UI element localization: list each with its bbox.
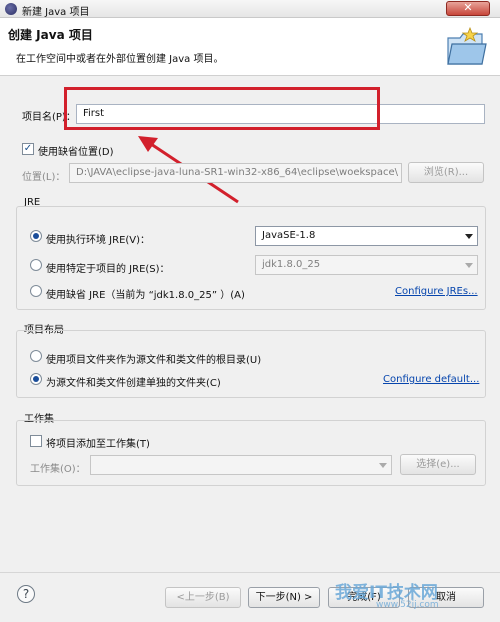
browse-button[interactable]: 浏览(R)... [408,162,484,183]
select-workingset-button[interactable]: 选择(e)... [400,454,476,475]
layout-root-radio[interactable] [30,350,42,362]
configure-jres-link[interactable]: Configure JREs... [395,286,478,297]
jre-execution-env-radio[interactable] [30,230,42,242]
folder-wizard-icon [447,26,487,65]
location-label: 位置(L)： [22,172,66,183]
layout-separate-radio[interactable] [30,373,42,385]
next-button[interactable]: 下一步(N) > [248,587,320,608]
annotation-highlight-box [64,87,380,130]
window-titlebar: 新建 Java 项目 ✕ [0,0,500,18]
page-description: 在工作空间中或者在外部位置创建 Java 项目。 [16,54,224,65]
jre-execution-env-select[interactable]: JavaSE-1.8 [255,226,478,246]
workingset-group [16,420,486,486]
chevron-down-icon [465,263,473,268]
add-to-workingset-label: 将项目添加至工作集(T) [46,439,150,450]
window-title: 新建 Java 项目 [22,7,90,18]
configure-default-link[interactable]: Configure default... [383,374,479,385]
jre-specific-label: 使用特定于项目的 JRE(S)： [46,264,170,275]
layout-root-label: 使用项目文件夹作为源文件和类文件的根目录(U) [46,355,262,366]
workingset-select[interactable] [90,455,392,475]
wizard-header: 创建 Java 项目 在工作空间中或者在外部位置创建 Java 项目。 [0,18,500,76]
chevron-down-icon [379,463,387,468]
site-watermark-url: www.52ij.com [376,600,439,610]
jre-specific-select[interactable]: jdk1.8.0_25 [255,255,478,275]
close-button[interactable]: ✕ [446,1,490,16]
back-button[interactable]: <上一步(B) [165,587,241,608]
jre-execution-env-label: 使用执行环境 JRE(V)： [46,235,151,246]
jre-default-label: 使用缺省 JRE（当前为 “jdk1.8.0_25” ）(A) [46,290,245,301]
jre-execution-env-value: JavaSE-1.8 [262,230,316,241]
page-title: 创建 Java 项目 [8,28,93,42]
footer-divider [0,572,500,573]
jre-specific-value: jdk1.8.0_25 [262,259,321,270]
workingset-label: 工作集(O)： [30,464,86,475]
jre-specific-radio[interactable] [30,259,42,271]
use-default-location-label: 使用缺省位置(D) [38,147,114,158]
layout-separate-label: 为源文件和类文件创建单独的文件夹(C) [46,378,221,389]
chevron-down-icon [465,234,473,239]
help-icon[interactable]: ? [17,585,35,603]
add-to-workingset-checkbox[interactable] [30,435,42,447]
jre-default-radio[interactable] [30,285,42,297]
use-default-location-checkbox[interactable]: ✓ [22,143,34,155]
eclipse-icon [5,3,17,15]
location-input[interactable]: D:\JAVA\eclipse-java-luna-SR1-win32-x86_… [69,163,402,183]
